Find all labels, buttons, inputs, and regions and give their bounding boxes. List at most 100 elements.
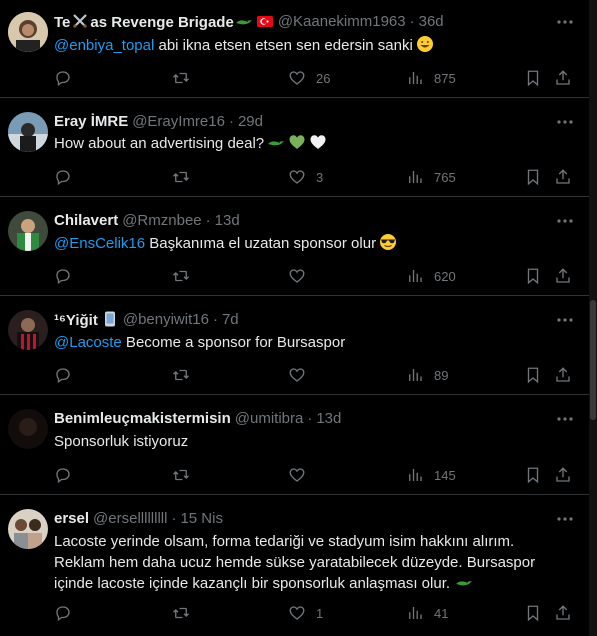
retweet-button[interactable]	[172, 603, 190, 623]
bookmark-button[interactable]	[524, 266, 542, 286]
like-button[interactable]	[288, 465, 306, 485]
crocodile-emoji	[268, 141, 285, 146]
separator-dot: ·	[307, 410, 313, 427]
display-name[interactable]: Eray İMRE	[54, 112, 128, 132]
tweet-header: Eray İMRE @ErayImre16 · 29d	[54, 112, 263, 132]
more-icon[interactable]	[555, 509, 575, 529]
views-button[interactable]: 875	[406, 68, 456, 88]
scrollbar[interactable]	[589, 0, 597, 636]
bookmark-icon	[527, 367, 539, 384]
reply-button[interactable]	[54, 68, 72, 88]
retweet-button[interactable]	[172, 68, 190, 88]
bookmark-button[interactable]	[524, 167, 542, 187]
retweet-button[interactable]	[172, 266, 190, 286]
views-button[interactable]: 41	[406, 603, 448, 623]
user-handle[interactable]: @Kaanekimm1963	[278, 12, 406, 32]
avatar[interactable]	[8, 409, 48, 449]
tweet-time[interactable]: 15 Nis	[180, 509, 223, 529]
like-button[interactable]: 26	[288, 68, 330, 88]
tweet[interactable]: ersel @erselllllllll · 15 Nis Lacoste ye…	[0, 495, 589, 636]
view-count: 875	[434, 70, 456, 86]
mention-link[interactable]: @enbiya_topal	[54, 37, 154, 54]
tweet-header: Chilavert @Rmznbee · 13d	[54, 211, 240, 231]
tweet[interactable]: Te as Revenge Brigade @Kaanekimm1963 · 36…	[0, 0, 589, 98]
tweet-time[interactable]: 36d	[419, 12, 444, 32]
crocodile-emoji	[456, 581, 473, 586]
tweet-actions: 620	[54, 266, 584, 286]
views-button[interactable]: 765	[406, 167, 456, 187]
reply-button[interactable]	[54, 465, 72, 485]
views-icon	[409, 607, 422, 619]
reply-button[interactable]	[54, 167, 72, 187]
share-button[interactable]	[554, 68, 572, 88]
share-button[interactable]	[554, 365, 572, 385]
retweet-button[interactable]	[172, 465, 190, 485]
green-heart-emoji	[289, 135, 305, 149]
phone-emoji	[104, 311, 115, 326]
display-name[interactable]: ¹⁶Yiğit	[54, 310, 119, 331]
tweet[interactable]: Eray İMRE @ErayImre16 · 29d How about an…	[0, 98, 589, 197]
more-icon[interactable]	[555, 310, 575, 330]
share-button[interactable]	[554, 167, 572, 187]
bookmark-button[interactable]	[524, 365, 542, 385]
reply-button[interactable]	[54, 603, 72, 623]
more-icon[interactable]	[555, 112, 575, 132]
more-icon[interactable]	[555, 211, 575, 231]
reply-icon	[56, 606, 70, 622]
avatar[interactable]	[8, 310, 48, 350]
like-button[interactable]: 3	[288, 167, 323, 187]
bookmark-button[interactable]	[524, 68, 542, 88]
user-handle[interactable]: @benyiwit16	[123, 310, 209, 330]
views-button[interactable]: 145	[406, 465, 456, 485]
avatar[interactable]	[8, 112, 48, 152]
like-count: 3	[316, 169, 324, 185]
like-icon	[289, 71, 305, 85]
more-icon[interactable]	[555, 12, 575, 32]
mention-link[interactable]: @EnsCelik16	[54, 235, 145, 252]
reply-button[interactable]	[54, 365, 72, 385]
share-icon	[556, 367, 570, 382]
tweet-time[interactable]: 13d	[316, 409, 341, 429]
retweet-button[interactable]	[172, 167, 190, 187]
mention-link[interactable]: @Lacoste	[54, 334, 122, 351]
display-name[interactable]: ersel	[54, 509, 89, 529]
tweet-text: Lacoste yerinde olsam, forma tedariği ve…	[54, 533, 536, 592]
retweet-icon	[173, 607, 189, 619]
bookmark-button[interactable]	[524, 465, 542, 485]
tweet[interactable]: ¹⁶Yiğit @benyiwit16 · 7d @Lacoste Become…	[0, 296, 589, 395]
views-button[interactable]: 620	[406, 266, 456, 286]
user-handle[interactable]: @ErayImre16	[132, 112, 225, 132]
tweet[interactable]: Chilavert @Rmznbee · 13d @EnsCelik16 Baş…	[0, 197, 589, 296]
like-button[interactable]	[288, 365, 306, 385]
reply-button[interactable]	[54, 266, 72, 286]
tweet-text: Sponsorluk istiyoruz	[54, 433, 189, 450]
share-button[interactable]	[554, 603, 572, 623]
tweet-time[interactable]: 7d	[222, 310, 239, 330]
share-button[interactable]	[554, 465, 572, 485]
scrollbar-thumb[interactable]	[590, 300, 596, 420]
separator-dot: ·	[409, 13, 415, 30]
reply-feed: Te as Revenge Brigade @Kaanekimm1963 · 36…	[0, 0, 589, 636]
more-icon[interactable]	[555, 409, 575, 429]
retweet-button[interactable]	[172, 365, 190, 385]
user-handle[interactable]: @Rmznbee	[122, 211, 201, 231]
like-button[interactable]	[288, 266, 306, 286]
like-count: 1	[316, 605, 324, 621]
tweet-time[interactable]: 13d	[215, 211, 240, 231]
avatar[interactable]	[8, 12, 48, 52]
like-icon	[289, 170, 305, 184]
avatar[interactable]	[8, 509, 48, 549]
user-handle[interactable]: @erselllllllll	[93, 509, 167, 529]
views-icon	[409, 369, 422, 381]
tweet[interactable]: Benimleuçmakistermisin @umitibra · 13d S…	[0, 395, 589, 495]
bookmark-button[interactable]	[524, 603, 542, 623]
user-handle[interactable]: @umitibra	[235, 409, 304, 429]
tweet-time[interactable]: 29d	[238, 112, 263, 132]
display-name[interactable]: Benimleuçmakistermisin	[54, 409, 231, 429]
display-name[interactable]: Chilavert	[54, 211, 118, 231]
like-button[interactable]: 1	[288, 603, 323, 623]
avatar[interactable]	[8, 211, 48, 251]
share-button[interactable]	[554, 266, 572, 286]
views-button[interactable]: 89	[406, 365, 448, 385]
display-name[interactable]: Te as Revenge Brigade	[54, 12, 274, 33]
